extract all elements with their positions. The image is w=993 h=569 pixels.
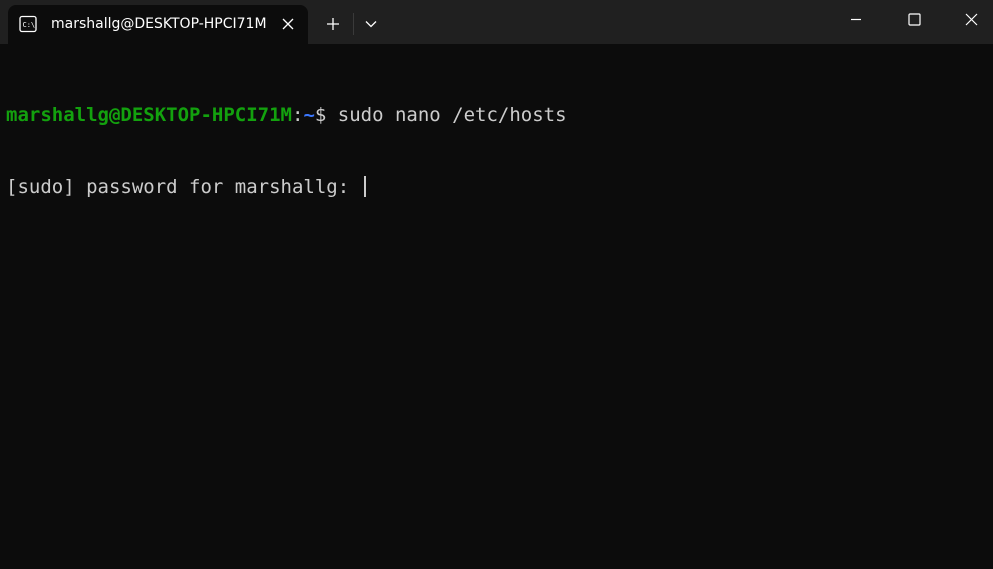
command-text: sudo nano /etc/hosts [326, 104, 567, 126]
minimize-button[interactable] [827, 0, 885, 38]
new-tab-button[interactable] [316, 8, 350, 40]
terminal-line-command: marshallg@DESKTOP-HPCI71M:~$ sudo nano /… [6, 103, 993, 127]
svg-text:C:\: C:\ [23, 21, 36, 29]
password-prompt: [sudo] password for marshallg: [6, 176, 361, 198]
tab-dropdown-button[interactable] [356, 8, 386, 40]
terminal-window: C:\ marshallg@DESKTOP-HPCI71M marshallg@… [0, 0, 993, 569]
tab-title: marshallg@DESKTOP-HPCI71M [51, 16, 266, 32]
close-icon [282, 18, 294, 30]
prompt-path: ~ [303, 104, 315, 126]
title-bar[interactable]: C:\ marshallg@DESKTOP-HPCI71M [0, 0, 993, 44]
chevron-down-icon [365, 21, 377, 28]
tab-close-button[interactable] [280, 16, 296, 32]
tab-active[interactable]: C:\ marshallg@DESKTOP-HPCI71M [8, 5, 308, 44]
terminal-output[interactable]: marshallg@DESKTOP-HPCI71M:~$ sudo nano /… [0, 44, 993, 569]
prompt-user-host: marshallg@DESKTOP-HPCI71M [6, 104, 292, 126]
terminal-icon: C:\ [19, 15, 37, 33]
close-button[interactable] [942, 0, 993, 38]
maximize-icon [907, 12, 921, 26]
plus-icon [327, 18, 339, 30]
prompt-separator: : [291, 104, 304, 126]
text-cursor [363, 176, 366, 197]
close-icon [965, 13, 977, 25]
terminal-line-password: [sudo] password for marshallg: [6, 175, 993, 199]
prompt-symbol: $ [314, 104, 327, 126]
minimize-icon [851, 18, 861, 21]
maximize-button[interactable] [885, 0, 943, 38]
tab-divider [353, 13, 354, 35]
